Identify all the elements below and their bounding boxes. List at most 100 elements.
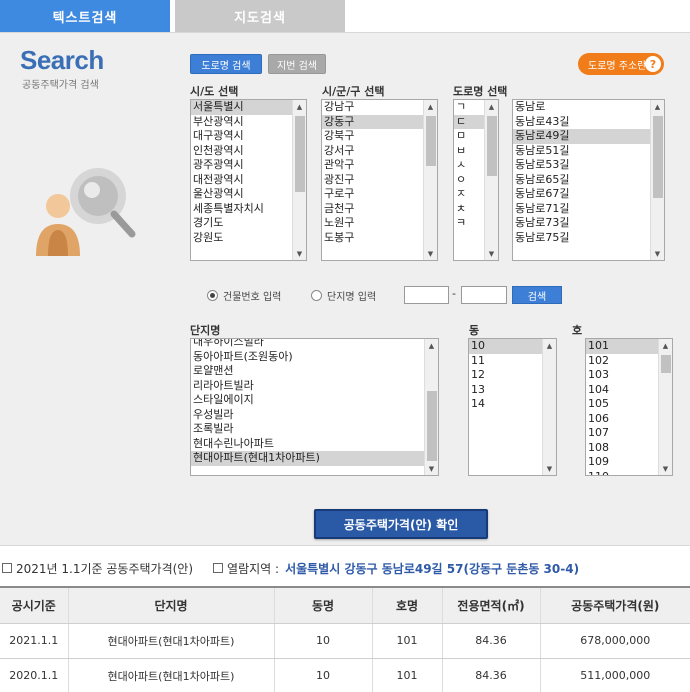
road-initial-listbox[interactable]: ㄱㄷㅁㅂㅅㅇㅈㅊㅋ ▲ ▼ [453,99,499,261]
list-item[interactable]: 105 [586,397,658,412]
scroll-up-icon[interactable]: ▲ [659,339,672,352]
scroll-down-icon[interactable]: ▼ [293,247,306,260]
tab-text-search[interactable]: 텍스트검색 [0,0,170,32]
list-item[interactable]: 스타일에이지 [191,393,424,408]
road-search-button[interactable]: 도로명 검색 [190,54,262,74]
list-item[interactable]: ㅁ [454,129,484,144]
scroll-thumb[interactable] [426,116,436,166]
list-item[interactable]: 로얄맨션 [191,364,424,379]
scroll-thumb[interactable] [661,355,671,373]
list-item[interactable]: 울산광역시 [191,187,292,202]
scroll-down-icon[interactable]: ▼ [424,247,437,260]
scroll-up-icon[interactable]: ▲ [651,100,664,113]
building-sub-number-input[interactable] [461,286,507,304]
list-item[interactable]: ㅂ [454,144,484,159]
list-item[interactable]: ㄱ [454,100,484,115]
dong-listbox[interactable]: 10 11 12 13 14 ▲ ▼ [468,338,557,476]
list-item[interactable]: 동남로73길 [513,216,650,231]
list-item[interactable]: 도봉구 [322,231,423,246]
list-item[interactable]: 동남로43길 [513,115,650,130]
sigungu-listbox[interactable]: 강남구 강동구 강북구 강서구 관악구 광진구 구로구 금천구 노원구 도봉구 ▲ ▼ [321,99,438,261]
building-main-number-input[interactable] [404,286,449,304]
sido-listbox[interactable]: 서울특별시 부산광역시 대구광역시 인천광역시 광주광역시 대전광역시 울산광역시 세종특별자… [190,99,307,261]
sido-scrollbar[interactable]: ▲ ▼ [292,100,306,260]
list-item[interactable]: 동남로75길 [513,231,650,246]
list-item[interactable]: ㅈ [454,187,484,202]
list-item[interactable]: 14 [469,397,542,412]
list-item[interactable]: 동남로49길 [513,129,650,144]
list-item[interactable]: 동남로53길 [513,158,650,173]
road-name-scrollbar[interactable]: ▲ ▼ [650,100,664,260]
list-item[interactable]: ㄷ [454,114,484,129]
list-item[interactable]: 광주광역시 [191,158,292,173]
list-item[interactable]: ㅅ [454,158,484,173]
list-item[interactable]: 관악구 [322,158,423,173]
road-initial-scrollbar[interactable]: ▲ ▼ [484,100,498,260]
scroll-up-icon[interactable]: ▲ [543,339,556,352]
scroll-thumb[interactable] [653,116,663,198]
lot-search-button[interactable]: 지번 검색 [268,54,326,74]
list-item[interactable]: 세종특별자치시 [191,202,292,217]
list-item[interactable]: 동남로67길 [513,187,650,202]
scroll-thumb[interactable] [427,391,437,461]
number-search-button[interactable]: 검색 [512,286,562,304]
list-item[interactable]: 우성빌라 [191,408,424,423]
scroll-thumb[interactable] [487,116,497,176]
list-item[interactable]: 107 [586,426,658,441]
scroll-thumb[interactable] [295,116,305,192]
list-item[interactable]: 강북구 [322,129,423,144]
scroll-up-icon[interactable]: ▲ [424,100,437,113]
ho-scrollbar[interactable]: ▲ ▼ [658,339,672,475]
list-item[interactable]: 현대아파트(현대1차아파트) [191,451,424,466]
list-item[interactable]: 104 [586,383,658,398]
list-item[interactable]: 동남로 [513,100,650,115]
radio-complex-name[interactable]: 단지명 입력 [311,288,376,303]
list-item[interactable]: 동남로51길 [513,144,650,159]
list-item[interactable]: 106 [586,412,658,427]
list-item[interactable]: 대전광역시 [191,173,292,188]
list-item[interactable]: 10 [469,339,542,354]
list-item[interactable]: 금천구 [322,202,423,217]
scroll-down-icon[interactable]: ▼ [485,247,498,260]
list-item[interactable]: 110 [586,470,658,476]
list-item[interactable]: 동아아파트(조원동아) [191,350,424,365]
list-item[interactable]: 동남로65길 [513,173,650,188]
road-address-help-button[interactable]: 도로명 주소란 ? [578,53,664,75]
complex-listbox[interactable]: 내우하이스빌라 동아아파트(조원동아) 로얄맨션 리라아트빌라 스타일에이지 우성빌라 조록… [190,338,439,476]
list-item[interactable]: 11 [469,354,542,369]
complex-scrollbar[interactable]: ▲ ▼ [424,339,438,475]
list-item[interactable]: 101 [586,339,658,354]
list-item[interactable]: 내우하이스빌라 [191,339,424,350]
list-item[interactable]: 102 [586,354,658,369]
radio-building-number[interactable]: 건물번호 입력 [207,288,281,303]
list-item[interactable]: 광진구 [322,173,423,188]
list-item[interactable]: 대구광역시 [191,129,292,144]
list-item[interactable]: 강원도 [191,231,292,246]
scroll-up-icon[interactable]: ▲ [293,100,306,113]
list-item[interactable]: 강동구 [322,114,423,129]
list-item[interactable]: ㅊ [454,202,484,217]
list-item[interactable]: 노원구 [322,216,423,231]
list-item[interactable]: ㅇ [454,173,484,188]
list-item[interactable]: 12 [469,368,542,383]
scroll-up-icon[interactable]: ▲ [485,100,498,113]
list-item[interactable]: 108 [586,441,658,456]
ho-listbox[interactable]: 101102103104105106107108109110 ▲ ▼ [585,338,673,476]
tab-map-search[interactable]: 지도검색 [175,0,345,32]
list-item[interactable]: 동남로71길 [513,202,650,217]
list-item[interactable]: 부산광역시 [191,115,292,130]
list-item[interactable]: 리라아트빌라 [191,379,424,394]
list-item[interactable]: 강서구 [322,144,423,159]
list-item[interactable]: 현대수린나아파트 [191,437,424,452]
list-item[interactable]: 서울특별시 [191,100,292,115]
list-item[interactable]: 109 [586,455,658,470]
list-item[interactable]: 13 [469,383,542,398]
list-item[interactable]: 인천광역시 [191,144,292,159]
list-item[interactable]: 조록빌라 [191,422,424,437]
scroll-down-icon[interactable]: ▼ [425,462,438,475]
sigungu-scrollbar[interactable]: ▲ ▼ [423,100,437,260]
list-item[interactable]: 경기도 [191,216,292,231]
scroll-down-icon[interactable]: ▼ [543,462,556,475]
scroll-down-icon[interactable]: ▼ [651,247,664,260]
list-item[interactable]: 구로구 [322,187,423,202]
